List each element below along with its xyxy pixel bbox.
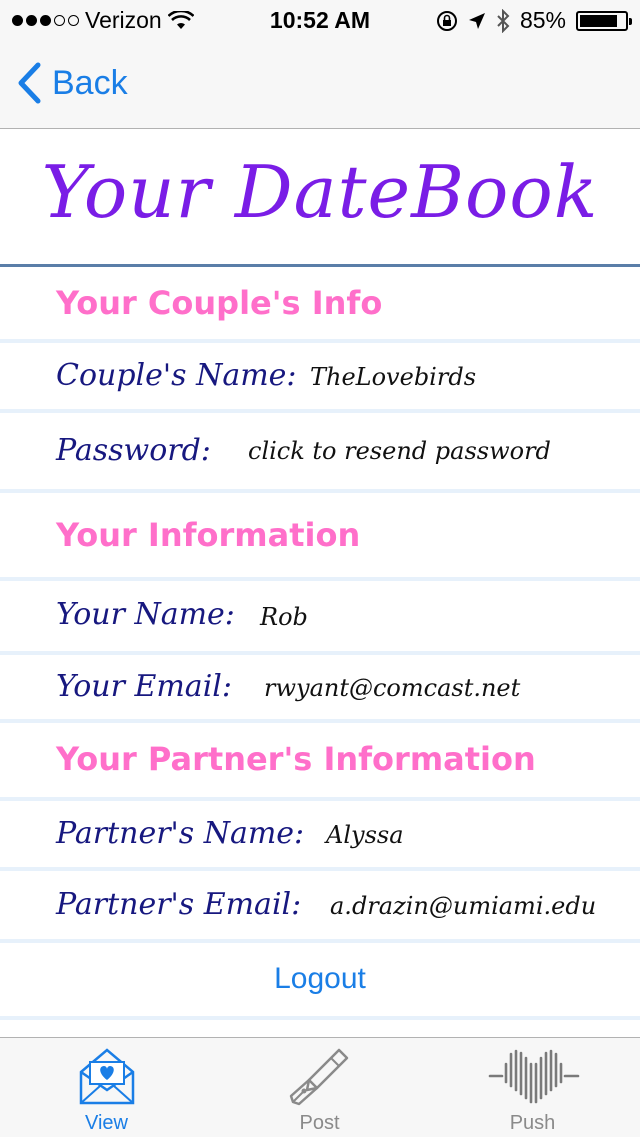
your-name-row: Your Name: Rob bbox=[0, 581, 640, 651]
page-title: Your DateBook bbox=[41, 150, 599, 234]
tab-bar: View Post Push bbox=[0, 1037, 640, 1137]
fountain-pen-icon bbox=[289, 1048, 349, 1106]
partner-name-label: Partner's Name: bbox=[56, 816, 305, 851]
password-row: Password: click to resend password bbox=[0, 413, 640, 489]
tab-post-label: Post bbox=[299, 1112, 340, 1134]
couple-name-row: Couple's Name: TheLovebirds bbox=[0, 343, 640, 409]
back-button[interactable]: Back bbox=[16, 62, 128, 104]
logout-button[interactable]: Logout bbox=[0, 962, 640, 996]
resend-password-button[interactable]: click to resend password bbox=[248, 437, 551, 465]
couple-info-header: Your Couple's Info bbox=[56, 284, 383, 322]
battery-percent: 85% bbox=[519, 7, 566, 33]
partner-email-value: a.drazin@umiami.edu bbox=[330, 892, 597, 920]
tab-view-label: View bbox=[85, 1112, 128, 1134]
battery-icon bbox=[576, 10, 632, 31]
divider bbox=[0, 1016, 640, 1020]
your-email-label: Your Email: bbox=[56, 669, 232, 704]
back-label: Back bbox=[52, 63, 128, 102]
location-arrow-icon bbox=[468, 12, 485, 29]
rotation-lock-icon bbox=[436, 10, 457, 31]
partner-email-row: Partner's Email: a.drazin@umiami.edu bbox=[0, 871, 640, 939]
couple-name-value: TheLovebirds bbox=[310, 363, 477, 391]
tab-post[interactable]: Post bbox=[213, 1038, 426, 1137]
couple-name-label: Couple's Name: bbox=[56, 358, 297, 393]
divider bbox=[0, 719, 640, 723]
partner-name-value: Alyssa bbox=[326, 821, 404, 849]
heartbeat-heart-icon bbox=[488, 1049, 580, 1104]
envelope-heart-icon bbox=[79, 1048, 135, 1105]
your-name-value: Rob bbox=[260, 603, 308, 631]
chevron-left-icon bbox=[18, 62, 41, 104]
partner-email-label: Partner's Email: bbox=[56, 887, 302, 922]
tab-push-label: Push bbox=[509, 1112, 556, 1134]
tab-push[interactable]: Push bbox=[426, 1038, 639, 1137]
password-label: Password: bbox=[56, 433, 211, 468]
status-bar: Verizon 10:52 AM 85% bbox=[0, 0, 640, 40]
your-name-label: Your Name: bbox=[56, 597, 235, 632]
tab-view[interactable]: View bbox=[0, 1038, 213, 1137]
bluetooth-icon bbox=[497, 8, 510, 33]
divider bbox=[0, 939, 640, 943]
partner-name-row: Partner's Name: Alyssa bbox=[0, 801, 640, 867]
your-email-row: Your Email: rwyant@comcast.net bbox=[0, 655, 640, 719]
title-divider bbox=[0, 264, 640, 267]
status-right: 85% bbox=[436, 7, 632, 34]
your-email-value: rwyant@comcast.net bbox=[264, 674, 521, 702]
partner-info-header: Your Partner's Information bbox=[56, 740, 536, 778]
navigation-bar: Back bbox=[0, 40, 640, 129]
divider bbox=[0, 489, 640, 493]
your-info-header: Your Information bbox=[56, 516, 361, 554]
